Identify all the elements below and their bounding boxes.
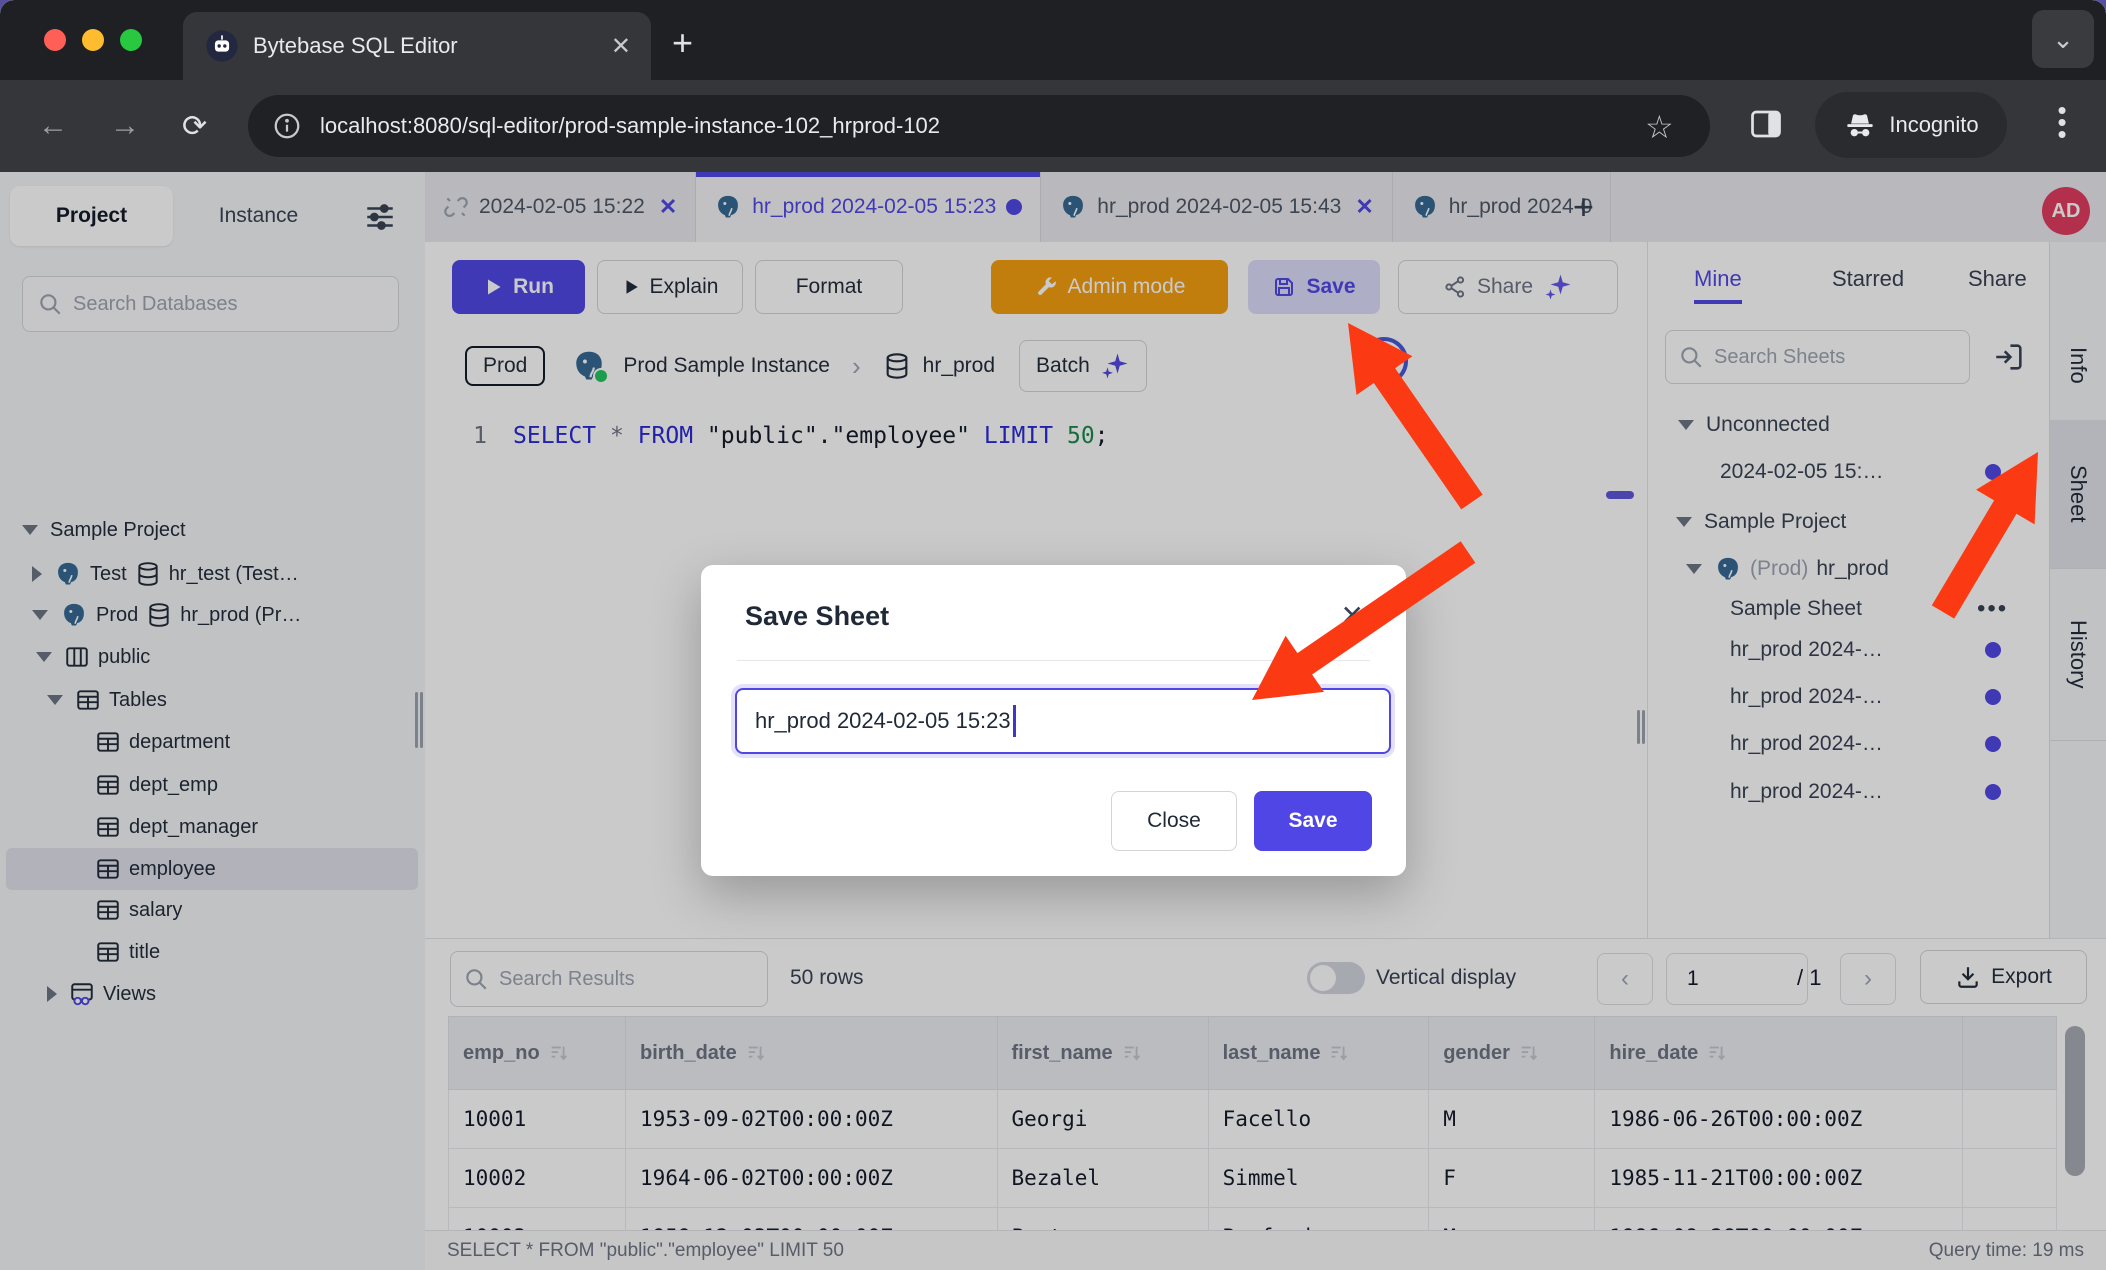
browser-frame: Bytebase SQL Editor ✕ + ⌄ <box>0 0 2106 80</box>
window-close-button[interactable] <box>44 29 66 51</box>
modal-title: Save Sheet <box>745 601 889 632</box>
app-window: Bytebase SQL Editor ✕ + ⌄ ← → ⟳ localhos… <box>0 0 2106 1270</box>
tab-search-chevron-icon[interactable]: ⌄ <box>2032 10 2094 68</box>
window-minimize-button[interactable] <box>82 29 104 51</box>
new-browser-tab-button[interactable]: + <box>672 22 693 64</box>
url-text: localhost:8080/sql-editor/prod-sample-in… <box>320 113 940 139</box>
modal-close-icon[interactable]: ✕ <box>1341 599 1364 632</box>
text-caret <box>1013 705 1016 737</box>
browser-menu-kebab-icon[interactable]: ••• <box>2052 104 2072 140</box>
forward-icon[interactable]: → <box>110 109 140 143</box>
window-maximize-button[interactable] <box>120 29 142 51</box>
modal-close-button[interactable]: Close <box>1111 791 1237 851</box>
back-icon[interactable]: ← <box>38 109 68 143</box>
modal-save-button[interactable]: Save <box>1254 791 1372 851</box>
site-info-icon[interactable] <box>272 111 302 141</box>
incognito-icon <box>1843 108 1877 142</box>
save-sheet-modal: Save Sheet ✕ hr_prod 2024-02-05 15:23 Cl… <box>701 565 1406 876</box>
bytebase-favicon <box>205 29 239 63</box>
sheet-name-input[interactable]: hr_prod 2024-02-05 15:23 <box>735 688 1391 754</box>
browser-tab-close-icon[interactable]: ✕ <box>611 32 631 61</box>
bookmark-star-icon[interactable]: ☆ <box>1645 108 1674 146</box>
browser-tab-title: Bytebase SQL Editor <box>253 33 458 59</box>
url-bar[interactable]: localhost:8080/sql-editor/prod-sample-in… <box>248 95 1710 157</box>
browser-tab[interactable]: Bytebase SQL Editor ✕ <box>183 12 651 80</box>
incognito-badge: Incognito <box>1815 92 2007 158</box>
modal-divider <box>737 660 1370 661</box>
incognito-label: Incognito <box>1889 112 1978 138</box>
reload-icon[interactable]: ⟳ <box>182 109 207 144</box>
side-panel-icon[interactable] <box>1748 106 1784 142</box>
